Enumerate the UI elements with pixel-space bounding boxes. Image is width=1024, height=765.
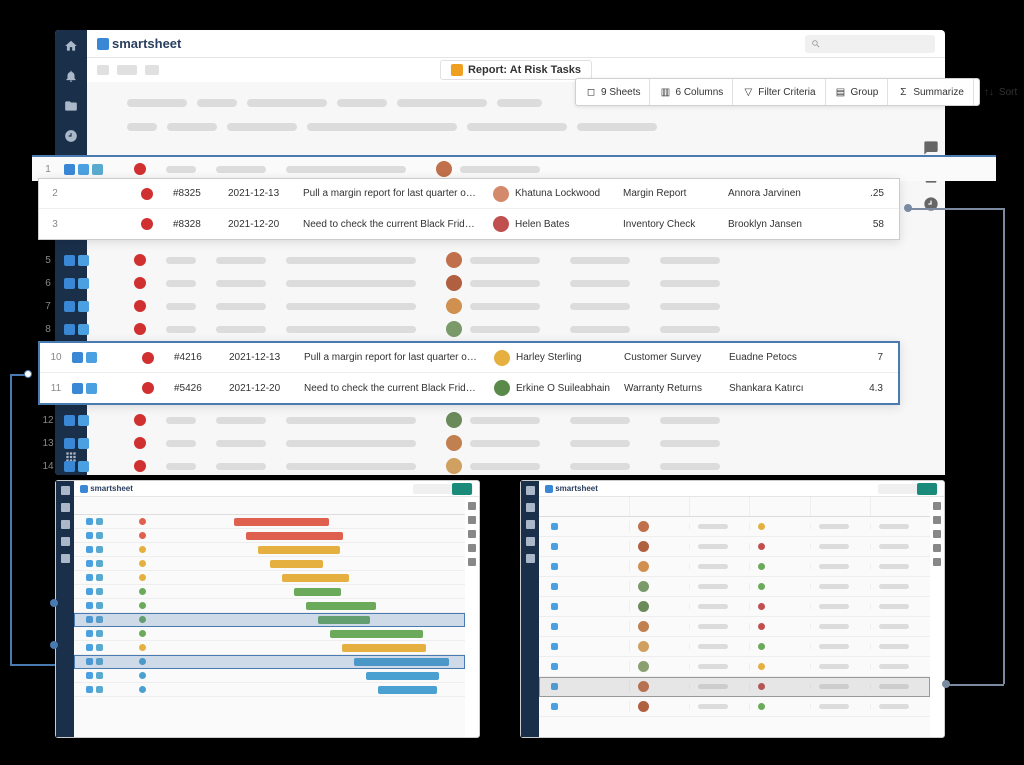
grid-row[interactable] (539, 597, 930, 617)
report-icon (451, 64, 463, 76)
mini-right-rail (465, 497, 479, 737)
mini-header: smartsheet (74, 481, 479, 497)
mini-window-gantt: smartsheet (55, 480, 480, 738)
app-name: smartsheet (112, 36, 181, 51)
gantt-row[interactable] (74, 557, 465, 571)
data-row[interactable]: 3 #8328 2021-12-20 Need to check the cur… (39, 209, 899, 239)
gantt-row[interactable] (74, 627, 465, 641)
gantt-row[interactable] (74, 571, 465, 585)
sort-btn[interactable]: ↑↓Sort (974, 79, 1024, 105)
mini-star-icon[interactable] (61, 537, 70, 546)
connector-dot (904, 204, 912, 212)
connector-line (10, 664, 55, 666)
gantt-row[interactable] (74, 529, 465, 543)
filter-icon: ▽ (742, 86, 754, 98)
grid-row[interactable] (539, 537, 930, 557)
grid-row[interactable] (539, 697, 930, 717)
recents-icon[interactable] (63, 128, 79, 144)
report-toolbar: ◻9 Sheets ▥6 Columns ▽Filter Criteria ▤G… (575, 78, 980, 106)
mini-header: smartsheet (539, 481, 944, 497)
grid-body (539, 497, 930, 737)
search-input[interactable] (805, 35, 935, 53)
data-row[interactable]: 2 #8325 2021-12-13 Pull a margin report … (39, 179, 899, 209)
mini-plus-icon[interactable] (61, 554, 70, 563)
avatar (494, 350, 510, 366)
group-btn[interactable]: ▤Group (826, 79, 889, 105)
grid-row[interactable] (539, 517, 930, 537)
group-icon: ▤ (835, 86, 847, 98)
colhdr-ph (97, 116, 915, 138)
grid-row[interactable] (539, 617, 930, 637)
filler-row: 8 (32, 316, 996, 342)
mini-home-icon[interactable] (61, 486, 70, 495)
mini-bell-icon[interactable] (61, 503, 70, 512)
avatar (493, 216, 509, 232)
mini-window-grid: smartsheet (520, 480, 945, 738)
gantt-row[interactable] (74, 683, 465, 697)
filler-row: 14 (32, 453, 996, 479)
connector-dot (24, 370, 32, 378)
highlight-panel-1: 2 #8325 2021-12-13 Pull a margin report … (38, 178, 900, 240)
grid-row[interactable] (539, 637, 930, 657)
connector-line (946, 684, 1004, 686)
gantt-row[interactable] (74, 669, 465, 683)
share-btn[interactable] (917, 483, 937, 495)
sheets-icon: ◻ (585, 86, 597, 98)
data-row[interactable]: 11 #5426 2021-12-20 Need to check the cu… (40, 373, 898, 403)
home-icon[interactable] (63, 38, 79, 54)
filter-btn[interactable]: ▽Filter Criteria (733, 79, 825, 105)
connector-dot (942, 680, 950, 688)
gantt-row[interactable] (74, 599, 465, 613)
tab-ph (145, 65, 159, 75)
status-dot (142, 382, 154, 394)
gantt-row[interactable] (74, 585, 465, 599)
highlight-panel-2: 10 #4216 2021-12-13 Pull a margin report… (38, 341, 900, 405)
mini-right-rail (930, 497, 944, 737)
mini-sidebar (56, 481, 74, 737)
avatar (493, 186, 509, 202)
gantt-row[interactable] (74, 543, 465, 557)
data-row[interactable]: 10 #4216 2021-12-13 Pull a margin report… (40, 343, 898, 373)
grid-row[interactable] (539, 577, 930, 597)
share-btn[interactable] (452, 483, 472, 495)
status-dot (141, 218, 153, 230)
gantt-body (74, 497, 465, 737)
report-tab[interactable]: Report: At Risk Tasks (440, 60, 592, 80)
sheets-btn[interactable]: ◻9 Sheets (576, 79, 650, 105)
folder-icon[interactable] (63, 98, 79, 114)
connector-line (10, 374, 12, 664)
comment-icon[interactable] (923, 140, 939, 156)
status-dot (141, 188, 153, 200)
mini-rail-icon[interactable] (468, 502, 476, 510)
tab-ph (97, 65, 109, 75)
avatar (494, 380, 510, 396)
summarize-icon: Σ (897, 86, 909, 98)
connector-line (1003, 208, 1005, 684)
cols-btn[interactable]: ▥6 Columns (650, 79, 733, 105)
sort-icon: ↑↓ (983, 86, 995, 98)
grid-row[interactable] (539, 557, 930, 577)
columns-icon: ▥ (659, 86, 671, 98)
logo: smartsheet (97, 36, 181, 51)
tab-ph (117, 65, 137, 75)
grid-row[interactable] (539, 657, 930, 677)
header: smartsheet (87, 30, 945, 58)
report-title: Report: At Risk Tasks (468, 64, 581, 76)
status-dot (142, 352, 154, 364)
gantt-row[interactable] (74, 515, 465, 529)
logo-icon (97, 38, 109, 50)
summarize-btn[interactable]: ΣSummarize (888, 79, 974, 105)
connector-line (908, 208, 1004, 210)
gantt-row[interactable] (74, 641, 465, 655)
search-icon (811, 39, 821, 49)
mini-folder-icon[interactable] (61, 520, 70, 529)
mini-sidebar (521, 481, 539, 737)
notification-icon[interactable] (63, 68, 79, 84)
